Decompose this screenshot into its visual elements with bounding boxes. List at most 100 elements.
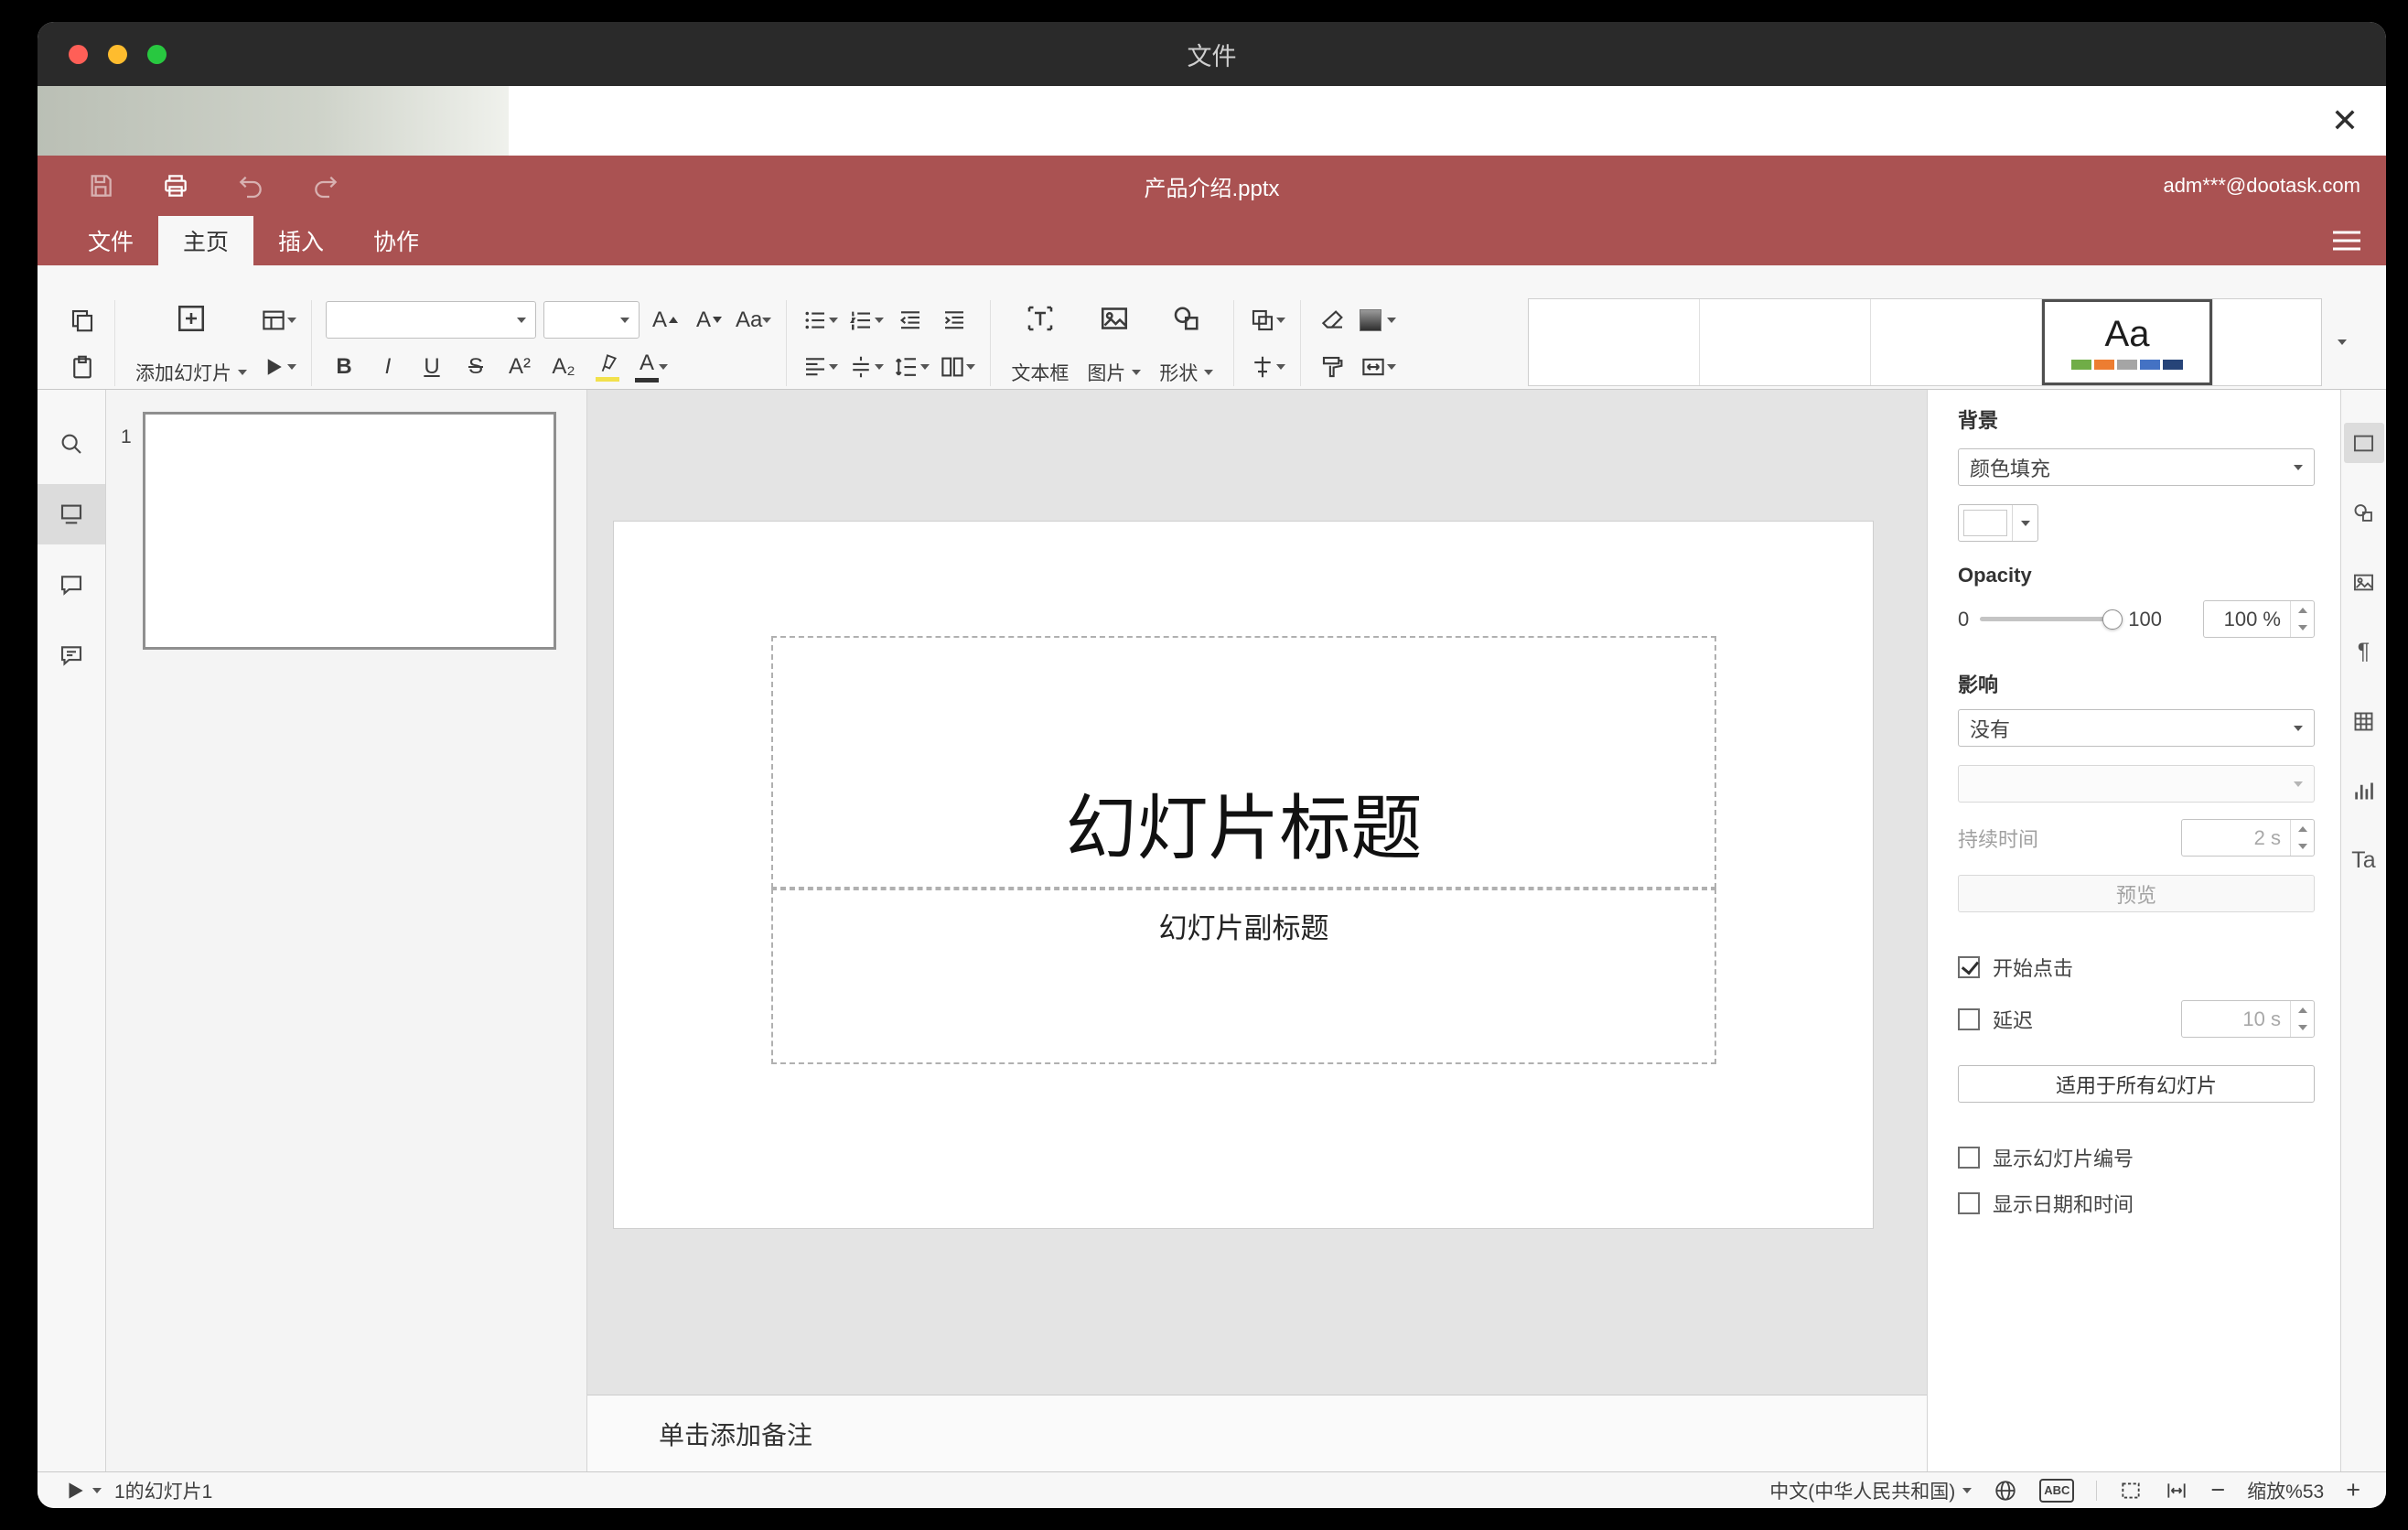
fit-slide-button[interactable] — [2119, 1479, 2143, 1503]
text-art-settings-button[interactable]: Ta — [2344, 840, 2384, 880]
print-button[interactable] — [149, 164, 202, 208]
tab-file[interactable]: 文件 — [63, 216, 158, 265]
slide-size-button[interactable] — [1356, 347, 1400, 387]
italic-button[interactable]: I — [367, 347, 409, 387]
columns-button[interactable] — [935, 347, 979, 387]
add-slide-button[interactable]: 添加幻灯片 — [126, 298, 256, 388]
image-settings-button[interactable] — [2344, 562, 2384, 602]
theme-gallery-expand-button[interactable] — [2322, 298, 2362, 386]
theme-slot[interactable] — [1871, 299, 2042, 385]
underline-button[interactable]: U — [411, 347, 453, 387]
spinner-down[interactable] — [2291, 620, 2314, 638]
insert-textbox-button[interactable]: 文本框 — [1002, 298, 1078, 388]
zoom-out-button[interactable]: − — [2210, 1478, 2225, 1503]
table-settings-button[interactable] — [2344, 701, 2384, 741]
start-on-click-checkbox[interactable] — [1958, 956, 1980, 978]
align-shapes-button[interactable] — [1245, 347, 1289, 387]
delay-checkbox[interactable] — [1958, 1007, 1980, 1030]
find-button[interactable] — [38, 414, 105, 474]
font-color-button[interactable]: A — [630, 347, 672, 387]
apply-to-all-slides-button[interactable]: 适用于所有幻灯片 — [1958, 1065, 2315, 1103]
tab-collaboration[interactable]: 协作 — [349, 216, 444, 265]
background-fill-select[interactable]: 颜色填充 — [1958, 448, 2315, 486]
background-color-picker[interactable] — [1958, 504, 2038, 542]
comments-panel-button[interactable] — [38, 555, 105, 615]
copy-button[interactable] — [61, 300, 103, 340]
start-slideshow-statusbar-button[interactable] — [63, 1479, 102, 1503]
horizontal-align-button[interactable] — [798, 347, 842, 387]
effect-select[interactable]: 没有 — [1958, 709, 2315, 747]
chat-panel-button[interactable] — [38, 625, 105, 685]
increase-indent-button[interactable] — [933, 300, 975, 340]
slide-fill-color-button[interactable] — [1356, 300, 1400, 340]
start-slideshow-button[interactable] — [256, 347, 300, 387]
close-window-button[interactable] — [69, 44, 88, 64]
opacity-slider-knob[interactable] — [2102, 609, 2123, 630]
effect-type-select[interactable] — [1958, 765, 2315, 803]
delay-field[interactable]: 10 s — [2181, 1000, 2315, 1038]
redo-button[interactable] — [299, 164, 352, 208]
decrease-indent-button[interactable] — [889, 300, 931, 340]
maximize-window-button[interactable] — [147, 44, 167, 64]
highlight-color-button[interactable] — [586, 347, 629, 387]
spinner-up[interactable] — [2291, 1001, 2314, 1019]
paste-button[interactable] — [61, 347, 103, 387]
show-date-time-checkbox[interactable] — [1958, 1192, 1980, 1214]
increase-font-button[interactable]: A — [644, 300, 686, 340]
spinner-up[interactable] — [2291, 601, 2314, 620]
spinner-down[interactable] — [2291, 838, 2314, 857]
close-preview-icon[interactable]: ✕ — [2331, 104, 2359, 137]
vertical-align-button[interactable] — [844, 347, 887, 387]
strikeout-button[interactable]: S — [455, 347, 497, 387]
spinner-down[interactable] — [2291, 1019, 2314, 1038]
numbering-button[interactable] — [844, 300, 887, 340]
arrange-shapes-button[interactable] — [1245, 300, 1289, 340]
decrease-font-button[interactable]: A — [688, 300, 730, 340]
spinner-up[interactable] — [2291, 820, 2314, 838]
slides-panel-button[interactable] — [38, 484, 105, 544]
theme-slot[interactable] — [2213, 299, 2321, 385]
insert-image-button[interactable]: 图片 — [1078, 298, 1150, 388]
slide-settings-button[interactable] — [2343, 423, 2384, 463]
line-spacing-button[interactable] — [889, 347, 933, 387]
tab-insert[interactable]: 插入 — [253, 216, 349, 265]
insert-shape-button[interactable]: 形状 — [1150, 298, 1222, 388]
preview-button[interactable]: 预览 — [1958, 875, 2315, 912]
slide-layout-button[interactable] — [256, 300, 300, 340]
document-language-button[interactable] — [1994, 1479, 2017, 1503]
minimize-window-button[interactable] — [108, 44, 127, 64]
clear-style-button[interactable] — [1312, 300, 1354, 340]
color-picker-expand[interactable] — [2012, 505, 2037, 541]
notes-area[interactable]: 单击添加备注 — [587, 1395, 1927, 1471]
superscript-button[interactable]: A² — [499, 347, 541, 387]
language-selector[interactable]: 中文(中华人民共和国) — [1769, 1477, 1973, 1504]
theme-slot-selected[interactable]: Aa — [2042, 299, 2213, 385]
theme-slot[interactable] — [1700, 299, 1871, 385]
show-slide-number-checkbox[interactable] — [1958, 1147, 1980, 1169]
zoom-in-button[interactable]: + — [2346, 1478, 2360, 1503]
fit-width-button[interactable] — [2165, 1479, 2188, 1503]
undo-button[interactable] — [224, 164, 277, 208]
tab-home[interactable]: 主页 — [158, 216, 254, 265]
slide-thumbnail[interactable] — [143, 412, 556, 650]
paragraph-settings-button[interactable]: ¶ — [2344, 631, 2384, 672]
copy-style-button[interactable] — [1312, 347, 1354, 387]
slide-subtitle-placeholder[interactable]: 幻灯片副标题 — [771, 889, 1716, 1064]
spellcheck-button[interactable]: ABC — [2039, 1478, 2075, 1503]
bullets-button[interactable] — [798, 300, 842, 340]
subscript-button[interactable]: A₂ — [543, 347, 585, 387]
change-case-button[interactable]: Aa — [732, 300, 775, 340]
font-name-combo[interactable] — [326, 301, 536, 339]
slide-title-placeholder[interactable]: 幻灯片标题 — [771, 636, 1716, 889]
opacity-slider[interactable] — [1980, 609, 2123, 630]
chevron-down-icon — [2294, 464, 2303, 470]
theme-slot[interactable] — [1529, 299, 1700, 385]
menu-hamburger-icon[interactable] — [2333, 226, 2360, 256]
bold-button[interactable]: B — [323, 347, 365, 387]
duration-field[interactable]: 2 s — [2181, 819, 2315, 857]
chart-settings-button[interactable] — [2344, 770, 2384, 811]
save-button[interactable] — [74, 164, 127, 208]
shape-settings-button[interactable] — [2344, 492, 2384, 533]
opacity-value-field[interactable]: 100 % — [2203, 600, 2315, 638]
font-size-combo[interactable] — [543, 301, 640, 339]
